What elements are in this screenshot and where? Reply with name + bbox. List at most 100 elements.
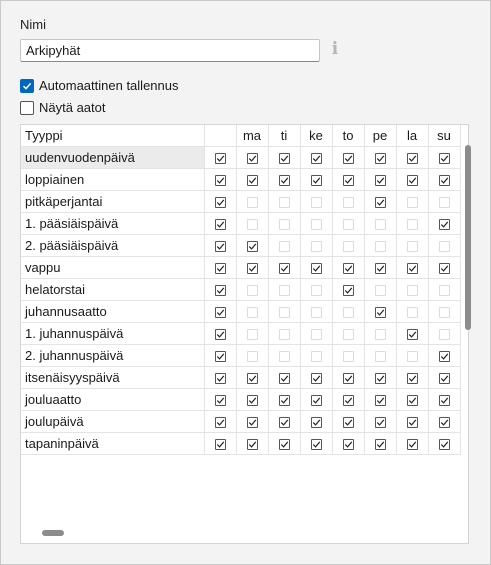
- day-checkbox[interactable]: [214, 329, 226, 341]
- day-checkbox-cell[interactable]: [364, 168, 397, 191]
- table-row[interactable]: vappu: [21, 256, 461, 279]
- day-checkbox-cell[interactable]: [204, 322, 237, 345]
- day-checkbox-cell[interactable]: [396, 300, 429, 323]
- day-checkbox-cell[interactable]: [428, 300, 461, 323]
- day-checkbox-cell[interactable]: [332, 256, 365, 279]
- day-checkbox-cell[interactable]: [332, 212, 365, 235]
- day-checkbox[interactable]: [374, 241, 386, 253]
- day-checkbox-cell[interactable]: [268, 366, 301, 389]
- day-checkbox-cell[interactable]: [204, 212, 237, 235]
- day-checkbox[interactable]: [310, 417, 322, 429]
- auto-save-checkbox[interactable]: [20, 78, 34, 93]
- day-checkbox[interactable]: [278, 175, 290, 187]
- day-checkbox[interactable]: [278, 373, 290, 385]
- day-checkbox-cell[interactable]: [268, 278, 301, 301]
- day-checkbox-cell[interactable]: [428, 344, 461, 367]
- day-checkbox-cell[interactable]: [364, 322, 397, 345]
- day-checkbox[interactable]: [374, 219, 386, 231]
- column-header-type[interactable]: Tyyppi: [21, 125, 205, 147]
- day-checkbox-cell[interactable]: [204, 388, 237, 411]
- day-checkbox[interactable]: [438, 175, 450, 187]
- table-row[interactable]: jouluaatto: [21, 388, 461, 411]
- table-row[interactable]: tapaninpäivä: [21, 432, 461, 455]
- day-checkbox-cell[interactable]: [428, 256, 461, 279]
- day-checkbox[interactable]: [342, 175, 354, 187]
- day-checkbox[interactable]: [438, 197, 450, 209]
- day-checkbox[interactable]: [438, 241, 450, 253]
- day-checkbox[interactable]: [406, 307, 418, 319]
- day-checkbox-cell[interactable]: [428, 234, 461, 257]
- day-checkbox[interactable]: [278, 263, 290, 275]
- day-checkbox[interactable]: [214, 285, 226, 297]
- day-checkbox-cell[interactable]: [268, 168, 301, 191]
- day-checkbox-cell[interactable]: [428, 212, 461, 235]
- day-checkbox[interactable]: [310, 175, 322, 187]
- day-checkbox-cell[interactable]: [396, 212, 429, 235]
- day-checkbox-cell[interactable]: [364, 256, 397, 279]
- name-input[interactable]: Arkipyhät: [20, 39, 320, 62]
- day-checkbox[interactable]: [246, 373, 258, 385]
- day-checkbox-cell[interactable]: [300, 278, 333, 301]
- holiday-name-cell[interactable]: helatorstai: [21, 278, 205, 301]
- day-checkbox[interactable]: [214, 197, 226, 209]
- day-checkbox-cell[interactable]: [236, 278, 269, 301]
- day-checkbox-cell[interactable]: [268, 432, 301, 455]
- holiday-name-cell[interactable]: 1. juhannuspäivä: [21, 322, 205, 345]
- day-checkbox[interactable]: [214, 307, 226, 319]
- holiday-name-cell[interactable]: 2. pääsiäispäivä: [21, 234, 205, 257]
- table-row[interactable]: helatorstai: [21, 278, 461, 301]
- day-checkbox[interactable]: [214, 241, 226, 253]
- day-checkbox-cell[interactable]: [204, 146, 237, 169]
- day-checkbox[interactable]: [342, 285, 354, 297]
- day-checkbox[interactable]: [342, 307, 354, 319]
- day-checkbox[interactable]: [278, 417, 290, 429]
- day-checkbox[interactable]: [310, 373, 322, 385]
- day-checkbox[interactable]: [246, 175, 258, 187]
- horizontal-scrollbar-thumb[interactable]: [42, 530, 64, 536]
- day-checkbox[interactable]: [246, 329, 258, 341]
- day-checkbox-cell[interactable]: [428, 410, 461, 433]
- column-header-day[interactable]: su: [428, 125, 461, 147]
- day-checkbox[interactable]: [406, 417, 418, 429]
- day-checkbox[interactable]: [246, 307, 258, 319]
- day-checkbox-cell[interactable]: [204, 300, 237, 323]
- day-checkbox-cell[interactable]: [332, 344, 365, 367]
- day-checkbox-cell[interactable]: [300, 366, 333, 389]
- day-checkbox-cell[interactable]: [300, 146, 333, 169]
- day-checkbox-cell[interactable]: [204, 344, 237, 367]
- day-checkbox-cell[interactable]: [268, 146, 301, 169]
- day-checkbox-cell[interactable]: [268, 388, 301, 411]
- day-checkbox-cell[interactable]: [396, 234, 429, 257]
- day-checkbox[interactable]: [214, 175, 226, 187]
- day-checkbox[interactable]: [310, 329, 322, 341]
- day-checkbox-cell[interactable]: [396, 168, 429, 191]
- day-checkbox-cell[interactable]: [268, 300, 301, 323]
- day-checkbox-cell[interactable]: [236, 146, 269, 169]
- day-checkbox-cell[interactable]: [236, 322, 269, 345]
- day-checkbox[interactable]: [310, 263, 322, 275]
- day-checkbox-cell[interactable]: [364, 388, 397, 411]
- day-checkbox[interactable]: [406, 285, 418, 297]
- column-header-day[interactable]: ke: [300, 125, 333, 147]
- day-checkbox[interactable]: [214, 153, 226, 165]
- day-checkbox-cell[interactable]: [300, 190, 333, 213]
- holiday-name-cell[interactable]: joulupäivä: [21, 410, 205, 433]
- day-checkbox-cell[interactable]: [396, 366, 429, 389]
- day-checkbox[interactable]: [342, 219, 354, 231]
- day-checkbox-cell[interactable]: [396, 344, 429, 367]
- table-row[interactable]: 2. juhannuspäivä: [21, 344, 461, 367]
- day-checkbox[interactable]: [406, 175, 418, 187]
- table-row[interactable]: juhannusaatto: [21, 300, 461, 323]
- holiday-name-cell[interactable]: 1. pääsiäispäivä: [21, 212, 205, 235]
- day-checkbox-cell[interactable]: [364, 300, 397, 323]
- day-checkbox-cell[interactable]: [204, 190, 237, 213]
- day-checkbox[interactable]: [278, 241, 290, 253]
- table-row[interactable]: 2. pääsiäispäivä: [21, 234, 461, 257]
- day-checkbox-cell[interactable]: [236, 366, 269, 389]
- day-checkbox[interactable]: [438, 329, 450, 341]
- table-row[interactable]: itsenäisyyspäivä: [21, 366, 461, 389]
- day-checkbox[interactable]: [246, 219, 258, 231]
- day-checkbox[interactable]: [310, 439, 322, 451]
- day-checkbox-cell[interactable]: [300, 322, 333, 345]
- day-checkbox[interactable]: [214, 373, 226, 385]
